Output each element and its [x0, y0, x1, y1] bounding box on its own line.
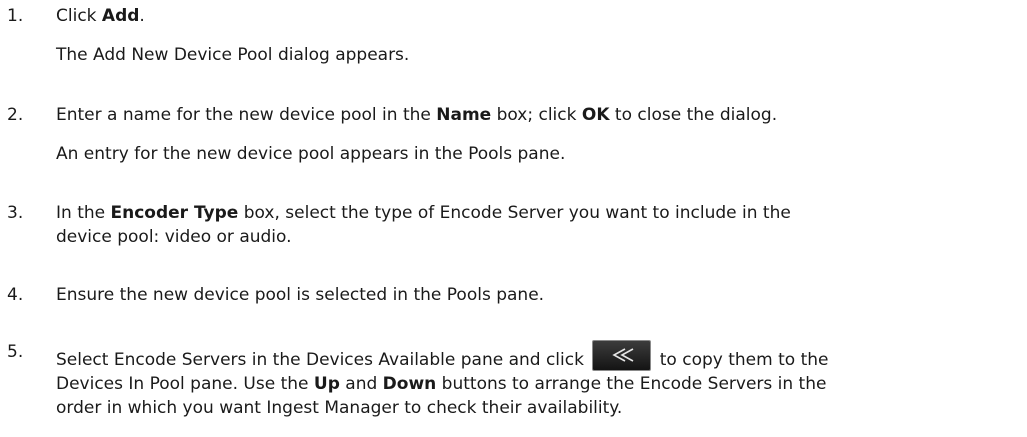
- step-number: 5.: [7, 342, 24, 362]
- double-left-arrow-icon: [592, 340, 652, 371]
- step-2-note: An entry for the new device pool appears…: [56, 144, 566, 164]
- step-text: Enter a name for the new device pool in …: [56, 105, 778, 125]
- instructions-page: 1. Click Add. The Add New Device Pool di…: [0, 0, 1027, 437]
- step-number: 2.: [7, 105, 24, 125]
- encoder-type-keyword: Encoder Type: [110, 203, 239, 223]
- up-keyword: Up: [313, 374, 340, 394]
- step-text: Click Add.: [56, 6, 145, 26]
- step-text: In the Encoder Type box, select the type…: [56, 203, 791, 247]
- step-number: 4.: [7, 285, 24, 305]
- name-keyword: Name: [436, 105, 492, 125]
- down-keyword: Down: [382, 374, 437, 394]
- step-text: Select Encode Servers in the Devices Ava…: [56, 340, 1023, 420]
- add-keyword: Add: [101, 6, 140, 26]
- step-1-note: The Add New Device Pool dialog appears.: [56, 45, 410, 65]
- ok-keyword: OK: [581, 105, 610, 125]
- step-text: Ensure the new device pool is selected i…: [56, 285, 545, 305]
- step-number: 3.: [7, 203, 24, 223]
- step-number: 1.: [7, 6, 24, 26]
